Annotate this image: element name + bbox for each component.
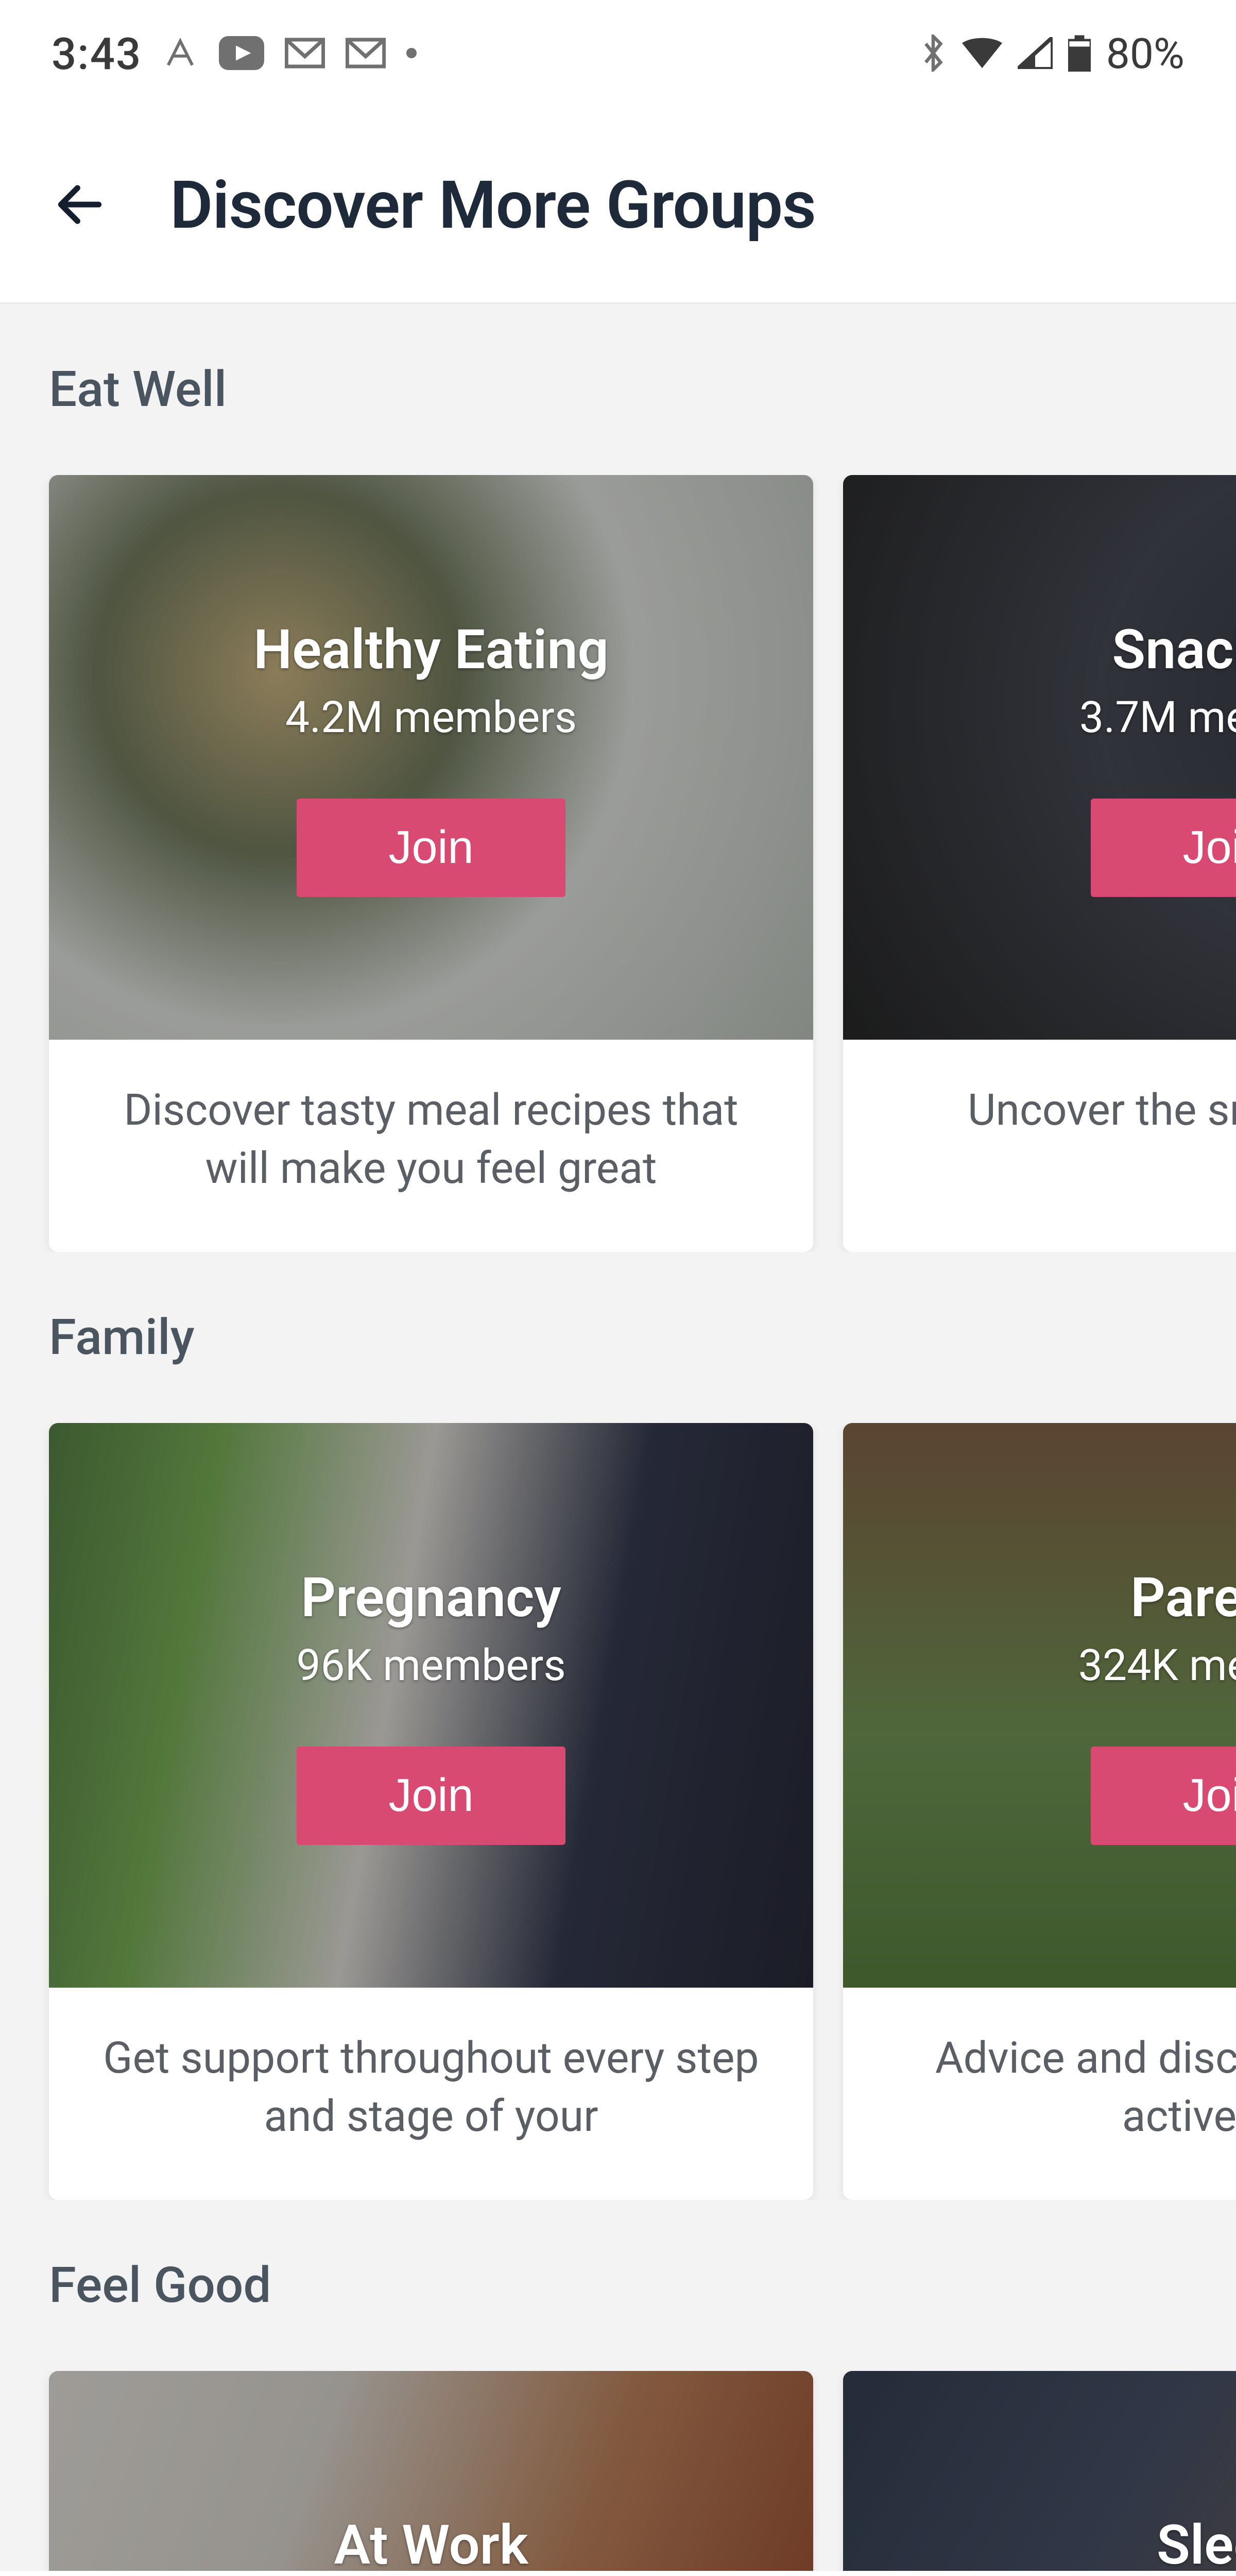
cell-signal-icon [1018,37,1053,71]
group-row[interactable]: Healthy Eating 4.2M members Join Discove… [0,475,1236,1252]
status-left: 3:43 [52,28,417,80]
group-card-pregnancy[interactable]: Pregnancy 96K members Join Get support t… [49,1423,813,2200]
content-scroll[interactable]: Eat Well Healthy Eating 4.2M members Joi… [0,304,1236,2571]
group-title: Snacking [1112,618,1236,682]
status-clock: 3:43 [52,28,142,80]
group-description: Advice and discussion staying active wit… [843,1988,1236,2200]
section-title: Eat Well [0,361,1236,475]
group-title: Pregnancy [301,1566,561,1630]
group-row[interactable]: At Work Sleep [0,2371,1236,2571]
group-hero: Snacking 3.7M members Join [843,475,1236,1040]
group-hero: Pregnancy 96K members Join [49,1423,813,1988]
section-title: Family [0,1309,1236,1423]
group-members: 4.2M members [285,692,577,743]
section-eat-well: Eat Well Healthy Eating 4.2M members Joi… [0,304,1236,1252]
gmail-icon [285,38,325,71]
group-card-parents[interactable]: Parents 324K members Join Advice and dis… [843,1423,1236,2200]
join-button[interactable]: Join [297,799,565,897]
group-members: 96K members [296,1640,565,1691]
battery-icon [1068,35,1091,74]
join-button[interactable]: Join [1091,799,1236,897]
font-icon [162,35,198,73]
system-nav-bar [0,2571,1236,2576]
group-description: Get support throughout every step and st… [49,1988,813,2200]
status-right: 80% [920,29,1184,79]
group-members: 324K members [1078,1640,1236,1691]
app-bar: Discover More Groups [0,108,1236,304]
join-button[interactable]: Join [1091,1747,1236,1845]
group-title: Parents [1130,1566,1236,1630]
group-title: Sleep [1157,2513,1236,2571]
group-hero: Parents 324K members Join [843,1423,1236,1988]
group-row[interactable]: Pregnancy 96K members Join Get support t… [0,1423,1236,2200]
back-arrow-icon[interactable] [52,176,108,235]
section-family: Family Pregnancy 96K members Join Get su… [0,1252,1236,2200]
youtube-icon [219,36,264,73]
group-members: 3.7M members [1079,692,1236,743]
group-hero: Healthy Eating 4.2M members Join [49,475,813,1040]
section-title: Feel Good [0,2257,1236,2371]
group-description: Uncover the snacks can be [843,1040,1236,1252]
group-hero: Sleep [843,2371,1236,2571]
group-card-healthy-eating[interactable]: Healthy Eating 4.2M members Join Discove… [49,475,813,1252]
group-card-snacking[interactable]: Snacking 3.7M members Join Uncover the s… [843,475,1236,1252]
group-card-at-work[interactable]: At Work [49,2371,813,2571]
wifi-icon [962,37,1002,71]
join-button[interactable]: Join [297,1747,565,1845]
page-title: Discover More Groups [170,167,816,244]
section-feel-good: Feel Good At Work Sleep [0,2200,1236,2571]
group-title: At Work [334,2513,528,2571]
group-description: Discover tasty meal recipes that will ma… [49,1040,813,1252]
bluetooth-icon [920,35,947,74]
dot-icon [406,48,417,60]
status-bar: 3:43 [0,0,1236,108]
group-title: Healthy Eating [253,618,609,682]
group-card-sleep[interactable]: Sleep [843,2371,1236,2571]
group-hero: At Work [49,2371,813,2571]
gmail-icon-2 [346,38,386,71]
battery-percent: 80% [1106,29,1184,79]
